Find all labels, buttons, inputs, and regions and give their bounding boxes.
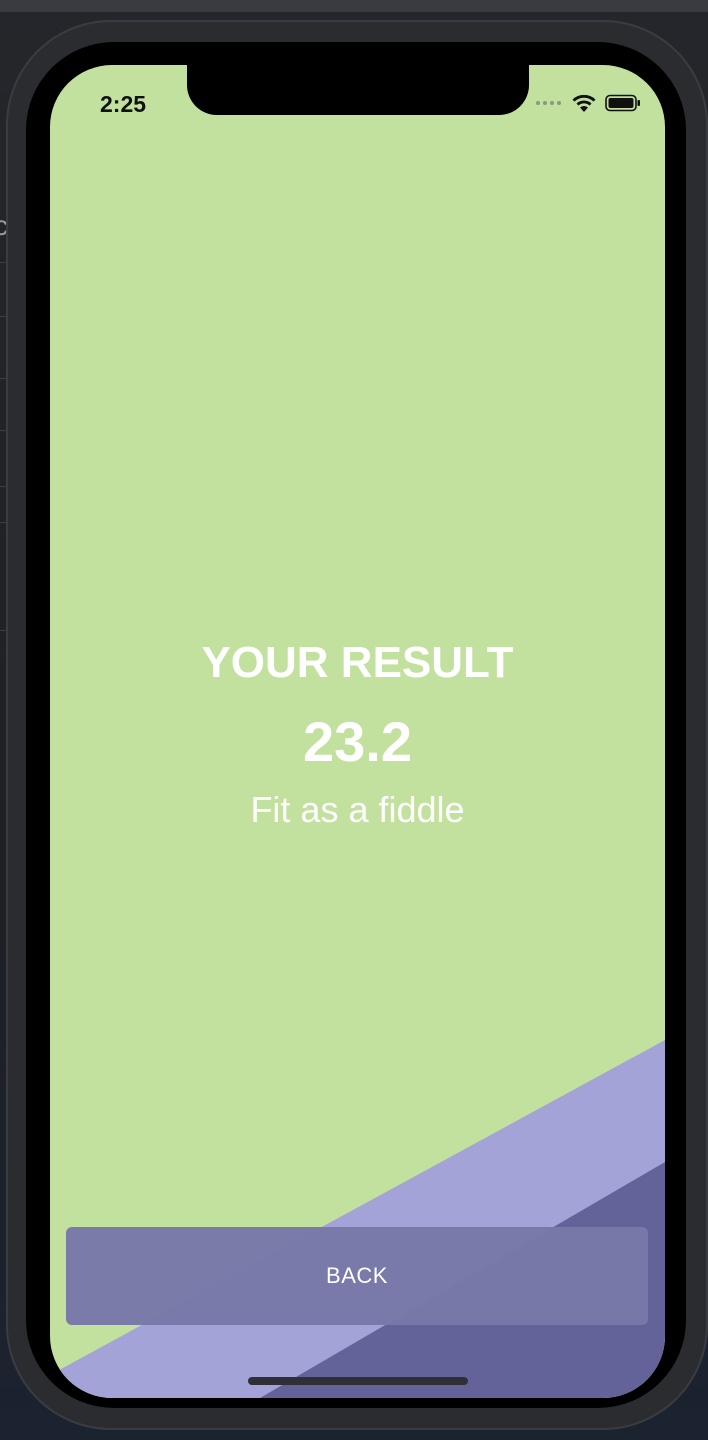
result-title: YOUR RESULT	[201, 638, 514, 687]
wifi-icon	[572, 94, 596, 112]
device-notch	[187, 65, 529, 115]
app-screen: 2:25 YOUR RESULT 23.2 Fit as a fiddle BA…	[50, 65, 665, 1398]
result-panel: YOUR RESULT 23.2 Fit as a fiddle	[50, 635, 665, 833]
status-icons	[536, 93, 641, 113]
desktop-top-bar	[0, 0, 708, 12]
status-time: 2:25	[100, 91, 147, 117]
result-value: 23.2	[303, 710, 412, 773]
result-message: Fit as a fiddle	[250, 789, 465, 830]
home-indicator[interactable]	[248, 1377, 468, 1385]
battery-icon	[605, 94, 640, 112]
back-button[interactable]: BACK	[66, 1227, 648, 1325]
cellular-signal-icon	[536, 101, 561, 105]
